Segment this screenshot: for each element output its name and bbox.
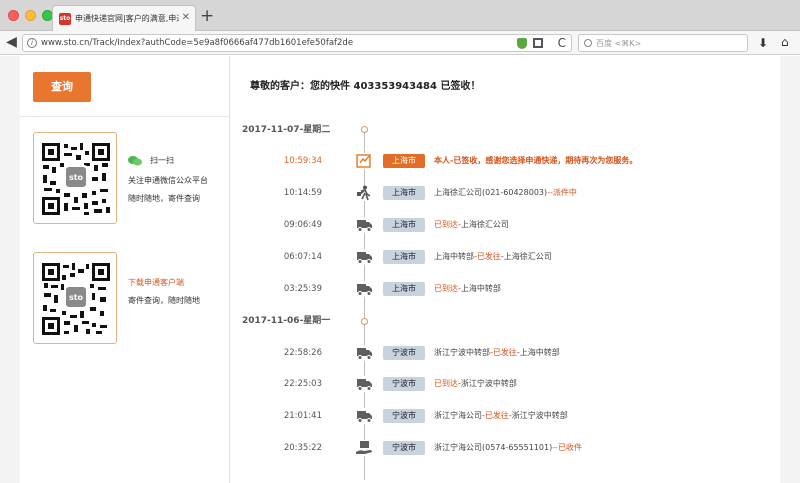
wechat-icon	[128, 156, 142, 166]
sign-icon	[354, 153, 375, 169]
event-description: 浙江宁海公司(0574-65551101)--已收件	[434, 443, 582, 452]
search-icon	[584, 39, 592, 47]
browser-tab-bar: sto 申通快递官网|客户的满意,申通 ✕ +	[0, 0, 800, 31]
tab-close-icon[interactable]: ✕	[182, 12, 190, 24]
tracking-event: 03:25:39 上海市 已到达-上海中转部	[230, 279, 780, 299]
event-time: 22:25:03	[283, 379, 322, 389]
event-description: 已到达-上海中转部	[434, 284, 501, 293]
event-time: 22:58:26	[283, 348, 322, 358]
event-description: 上海徐汇公司(021-60428003)--派件中	[434, 188, 577, 197]
back-button[interactable]: ◀	[3, 34, 20, 51]
page-body: 查询 sto 扫一扫 关注申通微信公众平台 随时随地，寄件查询 sto 下载申通…	[0, 56, 800, 483]
shield-icon[interactable]	[517, 38, 527, 49]
event-time: 09:06:49	[283, 220, 322, 230]
city-badge: 上海市	[383, 186, 425, 200]
wechat-qr-code: sto	[40, 141, 112, 217]
date-dot	[361, 126, 368, 133]
tracking-event: 09:06:49 上海市 已到达-上海徐汇公司	[230, 215, 780, 235]
divider	[20, 116, 230, 117]
new-tab-button[interactable]: +	[200, 7, 214, 25]
close-window-button[interactable]	[8, 10, 19, 21]
event-time: 20:35:22	[283, 443, 322, 453]
tracking-headline: 尊敬的客户：您的快件 403353943484 已签收！	[250, 81, 481, 92]
date-header: 2017-11-06-星期一	[242, 316, 331, 326]
event-time: 10:59:34	[283, 156, 322, 166]
download-icon[interactable]: ⬇	[758, 36, 768, 50]
event-description: 本人-已签收，感谢您选择申通快递，期待再次为您服务。	[434, 156, 638, 165]
city-badge: 上海市	[383, 282, 425, 296]
browser-nav-bar: ◀ i www.sto.cn/Track/Index?authCode=5e9a…	[0, 31, 800, 55]
event-time: 21:01:41	[283, 411, 322, 421]
truck-icon	[354, 281, 375, 297]
tracking-event: 10:14:59 上海市 上海徐汇公司(021-60428003)--派件中	[230, 183, 780, 203]
site-info-icon[interactable]: i	[27, 38, 37, 48]
tracking-event: 10:59:34 上海市 本人-已签收，感谢您选择申通快递，期待再次为您服务。	[230, 151, 780, 171]
wechat-anytime-text: 随时随地，寄件查询	[128, 194, 200, 203]
search-input[interactable]: 百度 <⌘K>	[578, 34, 748, 52]
home-icon[interactable]: ⌂	[781, 35, 789, 49]
city-badge: 上海市	[383, 154, 425, 168]
truck-icon	[354, 376, 375, 392]
sto-favicon-icon: sto	[59, 13, 71, 25]
address-bar[interactable]: i www.sto.cn/Track/Index?authCode=5e9a8f…	[22, 34, 572, 52]
app-qr-code: sto	[40, 261, 112, 337]
wechat-scan-label: 扫一扫	[150, 156, 174, 165]
truck-icon	[354, 249, 375, 265]
city-badge: 宁波市	[383, 377, 425, 391]
courier-icon	[354, 185, 375, 201]
tracking-event: 21:01:41 宁波市 浙江宁海公司-已发往-浙江宁波中转部	[230, 406, 780, 426]
reload-icon[interactable]: C	[558, 36, 566, 50]
event-description: 浙江宁波中转部-已发往-上海中转部	[434, 348, 560, 357]
browser-tab[interactable]: sto 申通快递官网|客户的满意,申通 ✕	[52, 5, 196, 31]
event-description: 已到达-上海徐汇公司	[434, 220, 509, 229]
city-badge: 上海市	[383, 218, 425, 232]
city-badge: 宁波市	[383, 441, 425, 455]
tracking-panel: 尊敬的客户：您的快件 403353943484 已签收！ 2017-11-07-…	[230, 56, 780, 483]
truck-icon	[354, 217, 375, 233]
svg-text:sto: sto	[69, 293, 84, 302]
tracking-event: 22:25:03 宁波市 已到达-浙江宁波中转部	[230, 374, 780, 394]
truck-icon	[354, 408, 375, 424]
date-header: 2017-11-07-星期二	[242, 125, 331, 135]
url-text[interactable]: www.sto.cn/Track/Index?authCode=5e9a8f06…	[41, 37, 353, 50]
query-button[interactable]: 查询	[33, 72, 91, 102]
app-download-link[interactable]: 下载申通客户端	[128, 277, 184, 289]
event-time: 06:07:14	[283, 252, 322, 262]
minimize-window-button[interactable]	[25, 10, 36, 21]
event-time: 10:14:59	[283, 188, 322, 198]
event-description: 上海中转部-已发往-上海徐汇公司	[434, 252, 552, 261]
app-qr-card: sto	[33, 252, 117, 344]
tab-title: 申通快递官网|客户的满意,申通	[75, 14, 179, 23]
svg-text:sto: sto	[69, 173, 84, 182]
pickup-icon	[354, 440, 375, 456]
truck-icon	[354, 345, 375, 361]
sidebar: 查询 sto 扫一扫 关注申通微信公众平台 随时随地，寄件查询 sto 下载申通…	[20, 56, 230, 483]
event-description: 浙江宁海公司-已发往-浙江宁波中转部	[434, 411, 568, 420]
wechat-qr-card: sto	[33, 132, 117, 224]
qr-code-icon[interactable]	[533, 38, 543, 48]
tracking-event: 20:35:22 宁波市 浙江宁海公司(0574-65551101)--已收件	[230, 438, 780, 458]
city-badge: 宁波市	[383, 409, 425, 423]
tracking-event: 06:07:14 上海市 上海中转部-已发往-上海徐汇公司	[230, 247, 780, 267]
date-dot	[361, 318, 368, 325]
tracking-event: 22:58:26 宁波市 浙江宁波中转部-已发往-上海中转部	[230, 343, 780, 363]
city-badge: 上海市	[383, 250, 425, 264]
search-placeholder: 百度 <⌘K>	[596, 39, 642, 48]
app-desc-text: 寄件查询，随时随地	[128, 296, 200, 305]
event-time: 03:25:39	[283, 284, 322, 294]
wechat-follow-text: 关注申通微信公众平台	[128, 176, 208, 185]
event-description: 已到达-浙江宁波中转部	[434, 379, 517, 388]
city-badge: 宁波市	[383, 346, 425, 360]
